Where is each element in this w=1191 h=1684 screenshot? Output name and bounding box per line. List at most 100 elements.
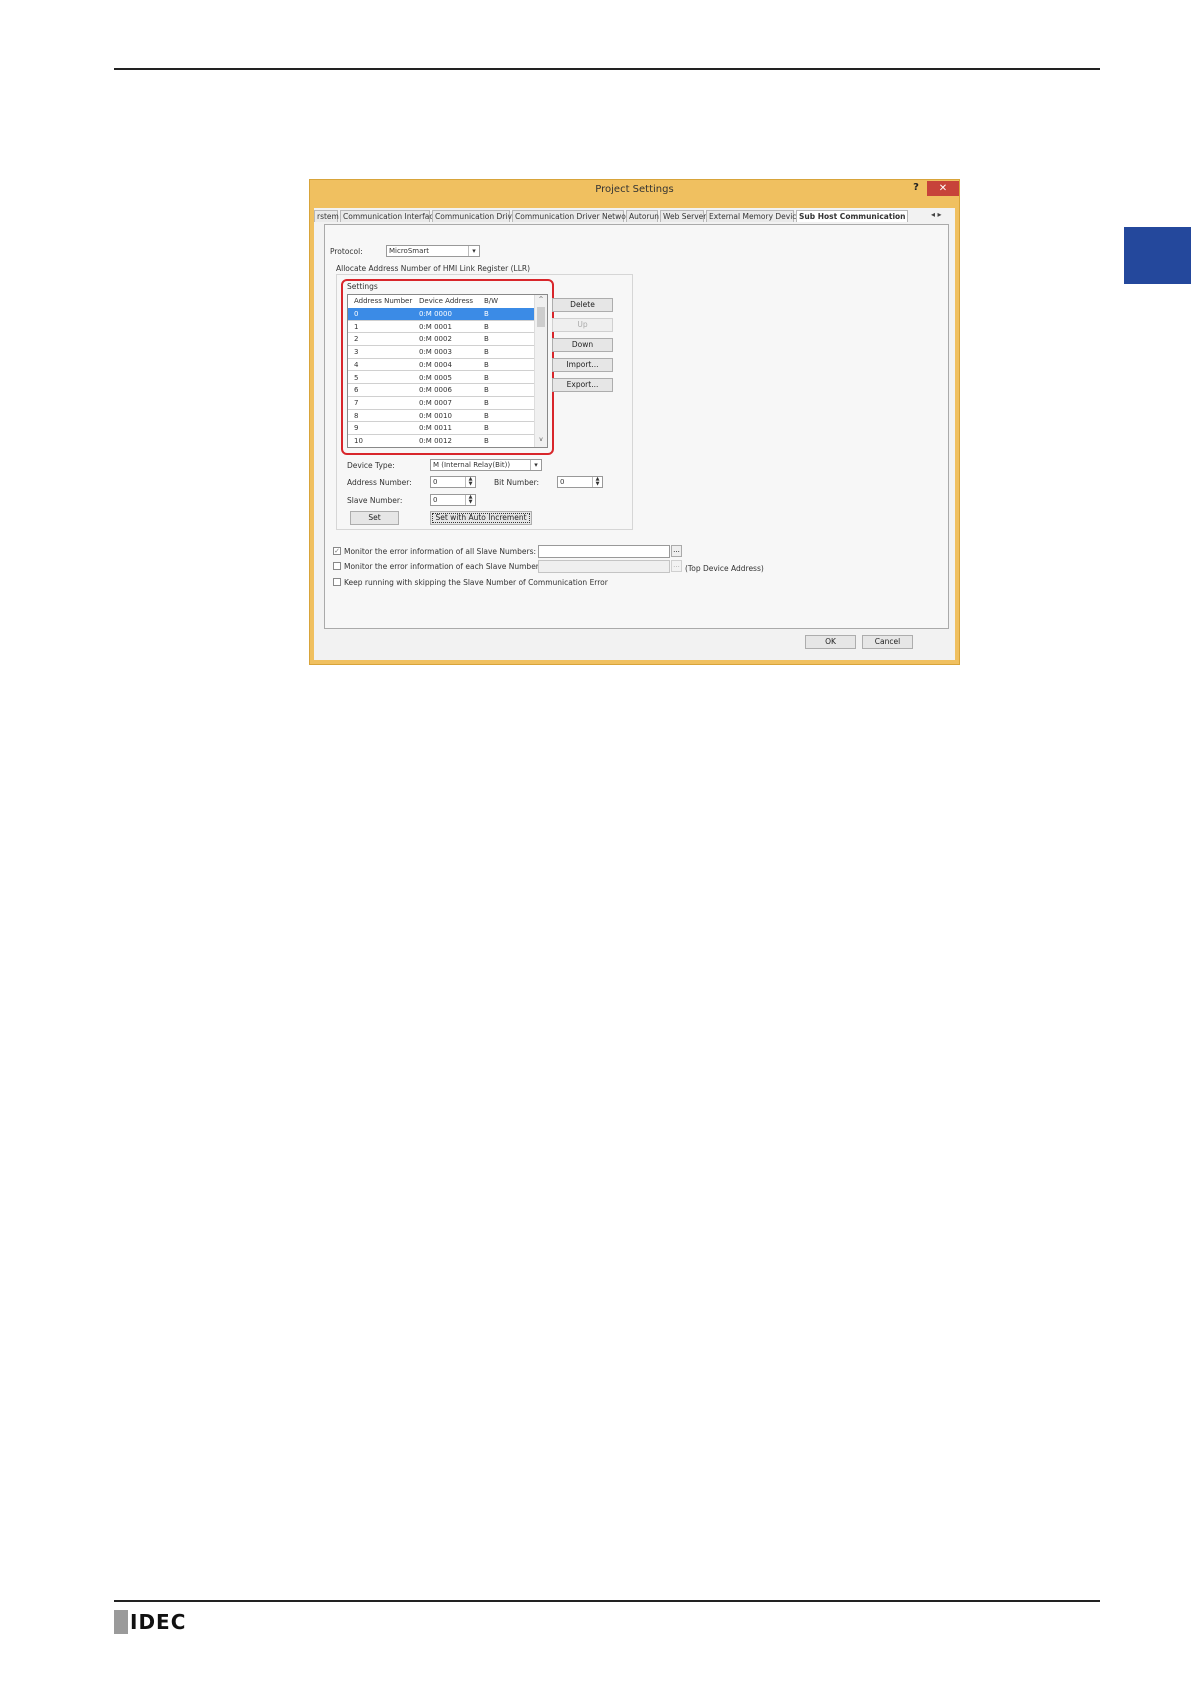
slave-number-value: 0 — [433, 496, 438, 504]
keep-running-checkbox[interactable] — [333, 578, 341, 586]
import-button[interactable]: Import... — [552, 358, 613, 372]
stepper-arrows-icon[interactable]: ▲ ▼ — [465, 477, 475, 487]
bit-number-label: Bit Number: — [494, 478, 540, 487]
tab-system[interactable]: rstem — [314, 210, 339, 222]
chapter-tab — [1124, 227, 1191, 284]
stepper-arrows-icon[interactable]: ▲ ▼ — [592, 477, 602, 487]
cell-device-address: 0:M 0012 — [419, 437, 452, 445]
settings-label: Settings — [347, 282, 378, 291]
scroll-up-icon[interactable]: ^ — [535, 296, 547, 306]
top-device-address-label: (Top Device Address) — [685, 564, 764, 573]
cell-device-address: 0:M 0010 — [419, 411, 452, 420]
list-header: Address Number Device Address B/W — [348, 295, 546, 308]
protocol-label: Protocol: — [330, 247, 363, 256]
cell-address-number: 5 — [354, 373, 359, 382]
tab-web-server[interactable]: Web Server — [660, 210, 706, 222]
title-bar: Project Settings ? ✕ — [310, 180, 959, 200]
chevron-down-icon: ▾ — [468, 246, 479, 256]
tab-sub-host-communication[interactable]: Sub Host Communication — [796, 210, 908, 222]
set-button[interactable]: Set — [350, 511, 399, 525]
monitor-all-checkbox[interactable]: ✓ — [333, 547, 341, 555]
device-type-label: Device Type: — [347, 461, 395, 470]
bit-number-stepper[interactable]: 0 ▲ ▼ — [557, 476, 603, 488]
scroll-thumb[interactable] — [537, 307, 545, 327]
list-item[interactable]: 0 0:M 0000 B — [348, 308, 544, 321]
monitor-each-field[interactable] — [538, 560, 670, 573]
tab-scroll-arrows[interactable]: ◂ ▸ — [931, 210, 942, 219]
list-item[interactable]: 2 0:M 0002 B — [348, 333, 544, 347]
tab-communication-driver[interactable]: Communication Driver — [432, 210, 520, 222]
cell-bw: B — [484, 437, 489, 445]
monitor-each-label: Monitor the error information of each Sl… — [344, 562, 542, 571]
cell-address-number: 3 — [354, 348, 359, 357]
slave-number-stepper[interactable]: 0 ▲ ▼ — [430, 494, 476, 506]
tab-external-memory-device[interactable]: External Memory Device — [706, 210, 801, 222]
monitor-all-label: Monitor the error information of all Sla… — [344, 547, 536, 556]
list-item[interactable]: 4 0:M 0004 B — [348, 359, 544, 372]
list-item[interactable]: 3 0:M 0003 B — [348, 346, 544, 359]
cell-device-address: 0:M 0007 — [419, 398, 452, 407]
list-item[interactable]: 7 0:M 0007 B — [348, 397, 544, 410]
cell-bw: B — [484, 424, 489, 433]
cell-address-number: 8 — [354, 411, 359, 420]
chevron-down-icon: ▾ — [530, 460, 541, 470]
address-number-label: Address Number: — [347, 478, 412, 487]
list-item[interactable]: 6 0:M 0006 B — [348, 384, 544, 397]
list-item[interactable]: 5 0:M 0005 B — [348, 372, 544, 385]
cell-device-address: 0:M 0001 — [419, 322, 452, 331]
help-button[interactable]: ? — [909, 182, 923, 196]
list-item[interactable]: 8 0:M 0010 B — [348, 410, 544, 423]
delete-button[interactable]: Delete — [552, 298, 613, 312]
monitor-each-browse-button[interactable]: ... — [671, 560, 682, 572]
set-with-auto-increment-button[interactable]: Set with Auto Increment — [430, 511, 532, 525]
cell-bw: B — [484, 360, 489, 369]
column-header-address-number[interactable]: Address Number — [354, 297, 412, 305]
sub-host-communication-panel: Protocol: MicroSmart ▾ Allocate Address … — [324, 224, 949, 629]
column-header-bw[interactable]: B/W — [484, 297, 498, 305]
monitor-all-field[interactable] — [538, 545, 670, 558]
up-button[interactable]: Up — [552, 318, 613, 332]
cell-bw: B — [484, 386, 489, 395]
cell-bw: B — [484, 398, 489, 407]
list-item[interactable]: 1 0:M 0001 B — [348, 321, 544, 334]
cell-device-address: 0:M 0011 — [419, 424, 452, 433]
stepper-arrows-icon[interactable]: ▲ ▼ — [465, 495, 475, 505]
tab-autorun[interactable]: Autorun — [626, 210, 659, 222]
allocate-llr-label: Allocate Address Number of HMI Link Regi… — [336, 264, 531, 273]
address-number-stepper[interactable]: 0 ▲ ▼ — [430, 476, 476, 488]
logo-text: IDEC — [130, 1610, 187, 1634]
cell-device-address: 0:M 0003 — [419, 348, 452, 357]
scroll-down-icon[interactable]: v — [535, 436, 547, 446]
ok-button[interactable]: OK — [805, 635, 856, 649]
monitor-each-checkbox[interactable] — [333, 562, 341, 570]
cell-device-address: 0:M 0004 — [419, 360, 452, 369]
protocol-select[interactable]: MicroSmart ▾ — [386, 245, 480, 257]
monitor-all-browse-button[interactable]: ... — [671, 545, 682, 557]
cell-address-number: 9 — [354, 424, 359, 433]
cell-address-number: 7 — [354, 398, 359, 407]
llr-address-list[interactable]: Address Number Device Address B/W 0 0:M 0… — [347, 294, 548, 448]
tab-strip: rstem Communication Interface Communicat… — [314, 208, 955, 224]
dialog-client: rstem Communication Interface Communicat… — [314, 208, 955, 660]
list-item[interactable]: 9 0:M 0011 B — [348, 422, 544, 435]
project-settings-dialog: Project Settings ? ✕ rstem Communication… — [309, 179, 960, 665]
export-button[interactable]: Export... — [552, 378, 613, 392]
column-header-device-address[interactable]: Device Address — [419, 297, 473, 305]
cell-device-address: 0:M 0006 — [419, 386, 452, 395]
cell-bw: B — [484, 322, 489, 331]
list-scrollbar[interactable]: ^ v — [534, 295, 547, 447]
close-button[interactable]: ✕ — [927, 181, 959, 196]
keep-running-label: Keep running with skipping the Slave Num… — [344, 578, 608, 587]
protocol-value: MicroSmart — [389, 247, 430, 255]
tab-communication-interface[interactable]: Communication Interface — [340, 210, 438, 222]
address-number-value: 0 — [433, 478, 438, 486]
cancel-button[interactable]: Cancel — [862, 635, 913, 649]
cell-device-address: 0:M 0002 — [419, 335, 452, 344]
tab-communication-driver-network[interactable]: Communication Driver Network — [512, 210, 633, 222]
cell-bw: B — [484, 411, 489, 420]
list-item[interactable]: 10 0:M 0012 B — [348, 435, 544, 447]
device-type-select[interactable]: M (Internal Relay(Bit)) ▾ — [430, 459, 542, 471]
down-button[interactable]: Down — [552, 338, 613, 352]
cell-address-number: 10 — [354, 437, 363, 445]
cell-address-number: 1 — [354, 322, 359, 331]
